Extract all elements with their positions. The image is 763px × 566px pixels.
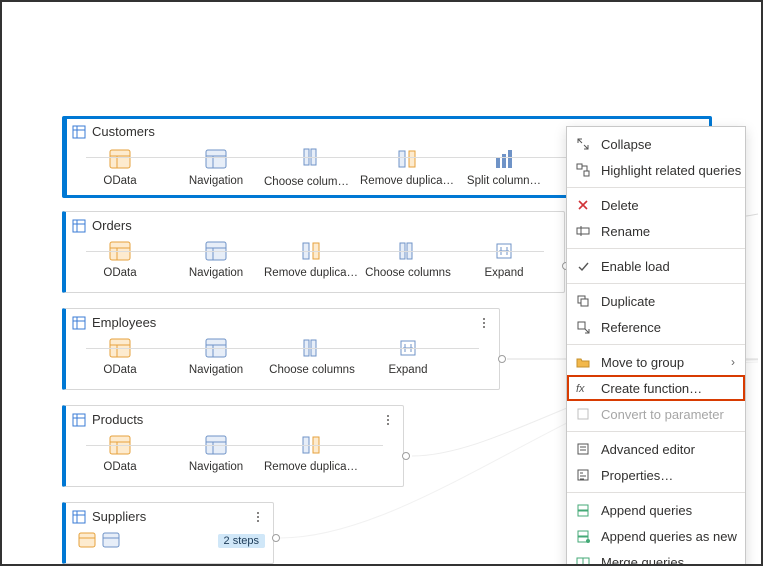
menu-duplicate[interactable]: Duplicate (567, 288, 745, 314)
query-card-orders[interactable]: Orders OData Navigation Remove duplicat…… (62, 211, 565, 293)
more-icon[interactable] (251, 510, 265, 524)
step-choose-columns[interactable]: Choose columns (264, 336, 360, 376)
query-title: Products (92, 412, 143, 427)
step-remove-duplicates[interactable]: Remove duplicat… (360, 147, 456, 187)
menu-convert-to-parameter: Convert to parameter (567, 401, 745, 427)
step-expand[interactable]: Expand (360, 336, 456, 376)
chevron-right-icon: › (731, 355, 735, 369)
step-odata[interactable]: OData (72, 433, 168, 473)
menu-move-to-group[interactable]: Move to group› (567, 349, 745, 375)
output-port[interactable] (402, 452, 410, 460)
table-icon (72, 510, 86, 524)
query-title: Customers (92, 124, 155, 139)
step-odata[interactable]: OData (72, 239, 168, 279)
menu-delete[interactable]: Delete (567, 192, 745, 218)
more-icon[interactable] (477, 316, 491, 330)
menu-merge-queries[interactable]: Merge queries (567, 549, 745, 566)
step-remove-duplicates[interactable]: Remove duplicat… (264, 433, 360, 473)
query-title: Orders (92, 218, 132, 233)
table-icon (72, 125, 86, 139)
menu-append-queries[interactable]: Append queries (567, 497, 745, 523)
table-icon (72, 316, 86, 330)
menu-create-function[interactable]: fxCreate function… (567, 375, 745, 401)
step-split-column[interactable]: Split column… (456, 147, 552, 187)
step-navigation[interactable]: Navigation (168, 433, 264, 473)
query-card-suppliers[interactable]: Suppliers 2 steps (62, 502, 274, 564)
query-title: Employees (92, 315, 156, 330)
menu-enable-load[interactable]: Enable load (567, 253, 745, 279)
menu-advanced-editor[interactable]: Advanced editor (567, 436, 745, 462)
step-choose-columns[interactable]: Choose columns (360, 239, 456, 279)
menu-append-queries-new[interactable]: Append queries as new (567, 523, 745, 549)
menu-collapse[interactable]: Collapse (567, 131, 745, 157)
step-odata[interactable]: OData (72, 147, 168, 187)
steps-badge: 2 steps (218, 534, 265, 548)
svg-text:fx: fx (576, 383, 585, 395)
step-remove-duplicates[interactable]: Remove duplicat… (264, 239, 360, 279)
step-navigation[interactable]: Navigation (168, 336, 264, 376)
output-port[interactable] (498, 355, 506, 363)
menu-reference[interactable]: Reference (567, 314, 745, 340)
menu-rename[interactable]: Rename (567, 218, 745, 244)
step-choose-columns[interactable]: Choose colum… (264, 145, 360, 188)
query-card-products[interactable]: Products OData Navigation Remove duplica… (62, 405, 404, 487)
step-expand[interactable]: Expand (456, 239, 552, 279)
table-icon (72, 413, 86, 427)
query-title: Suppliers (92, 509, 146, 524)
table-icon (72, 219, 86, 233)
output-port[interactable] (272, 534, 280, 542)
collapsed-step-icons (74, 532, 120, 550)
more-icon[interactable] (381, 413, 395, 427)
step-navigation[interactable]: Navigation (168, 147, 264, 187)
query-card-employees[interactable]: Employees OData Navigation Choose column… (62, 308, 500, 390)
menu-highlight-related[interactable]: Highlight related queries (567, 157, 745, 183)
diagram-canvas[interactable]: Customers OData Navigation Choose colum… (2, 14, 761, 564)
context-menu: Collapse Highlight related queries Delet… (566, 126, 746, 566)
menu-properties[interactable]: Properties… (567, 462, 745, 488)
step-navigation[interactable]: Navigation (168, 239, 264, 279)
step-odata[interactable]: OData (72, 336, 168, 376)
